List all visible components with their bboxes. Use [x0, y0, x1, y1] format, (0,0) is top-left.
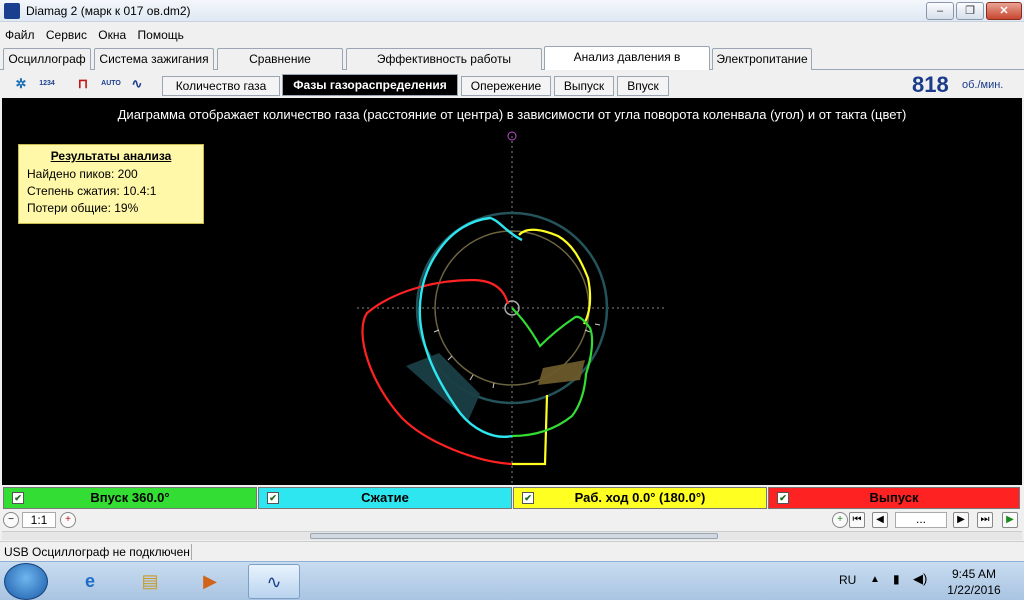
auto-marker-icon[interactable]: AUTO	[100, 73, 122, 95]
status-text: USB Осциллограф не подключен	[4, 545, 190, 559]
scrollbar-thumb[interactable]	[310, 533, 718, 539]
clock-time: 9:45 AM	[951, 567, 997, 581]
camera-icon[interactable]: ✲	[10, 73, 32, 95]
tab-ignition-system[interactable]: Система зажигания	[94, 48, 214, 70]
zoom-in-button[interactable]: +	[60, 512, 76, 528]
subtab-exhaust[interactable]: Выпуск	[554, 76, 614, 96]
next-frame-button[interactable]: ▶	[953, 512, 969, 528]
checkbox-power-stroke[interactable]: ✔	[522, 492, 534, 504]
menu-file[interactable]: Файл	[2, 26, 38, 44]
legend-exhaust-label: Выпуск	[869, 490, 919, 505]
menu-bar: Файл Сервис Окна Помощь	[0, 26, 1024, 44]
horizontal-scrollbar[interactable]	[2, 531, 1022, 540]
minimize-button[interactable]: –	[926, 2, 954, 20]
zoom-level: 1:1	[22, 512, 56, 528]
close-button[interactable]: ✕	[986, 2, 1022, 20]
file-explorer-icon[interactable]: ▤	[124, 564, 176, 599]
subtab-advance[interactable]: Опережение	[461, 76, 551, 96]
counter-icon[interactable]: 1234	[36, 73, 58, 95]
first-frame-button[interactable]: ⏮	[849, 512, 865, 528]
legend-compression[interactable]: ✔ Сжатие	[258, 487, 512, 509]
rpm-value: 818	[912, 72, 949, 97]
frame-position: ...	[895, 512, 947, 528]
polar-plot-area[interactable]: Диаграмма отображает количество газа (ра…	[2, 98, 1022, 485]
compression-ratio: Степень сжатия: 10.4:1	[27, 184, 157, 198]
volume-icon[interactable]: ◀)	[913, 571, 927, 587]
total-losses: Потери общие: 19%	[27, 201, 139, 215]
main-tabs: Осциллограф Система зажигания Сравнение …	[0, 46, 1024, 86]
menu-windows[interactable]: Окна	[95, 26, 129, 44]
status-divider	[191, 544, 192, 560]
maximize-button[interactable]: ❐	[956, 2, 984, 20]
tab-cylinder-efficiency[interactable]: Эффективность работы цилиндров	[346, 48, 542, 86]
prev-frame-button[interactable]: ◀	[872, 512, 888, 528]
marker-icon[interactable]: ⊓	[72, 73, 94, 95]
toolbar: ✲ 1234 ⊓ AUTO ∿ Количество газа Фазы газ…	[0, 70, 1024, 97]
results-title: Результаты анализа	[50, 149, 172, 163]
waveform-icon[interactable]: ∿	[126, 73, 148, 95]
app-icon	[4, 3, 20, 19]
language-indicator[interactable]: RU	[839, 573, 856, 587]
legend-intake-label: Впуск 360.0°	[90, 490, 170, 505]
checkbox-exhaust[interactable]: ✔	[777, 492, 789, 504]
tab-cylinder-pressure[interactable]: Анализ давления в цилиндре	[544, 46, 710, 84]
play-button[interactable]: ▶	[1002, 512, 1018, 528]
battery-icon[interactable]: ▮	[893, 572, 900, 586]
menu-help[interactable]: Помощь	[135, 26, 187, 44]
title-bar: Diamag 2 (марк к 017 ов.dm2) – ❐ ✕	[0, 0, 1024, 22]
tab-oscilloscope[interactable]: Осциллограф	[3, 48, 91, 70]
media-player-icon[interactable]: ▶	[184, 564, 236, 599]
menu-service[interactable]: Сервис	[43, 26, 90, 44]
tab-cylinder-comparison[interactable]: Сравнение цилиндров	[217, 48, 343, 86]
subtab-gas-quantity[interactable]: Количество газа	[162, 76, 280, 96]
diamag-app-icon[interactable]: ∿	[248, 564, 300, 599]
zoom-out-button[interactable]: −	[3, 512, 19, 528]
legend-exhaust[interactable]: ✔ Выпуск	[768, 487, 1020, 509]
window-title: Diamag 2 (марк к 017 ов.dm2)	[26, 4, 191, 18]
clock-date: 1/22/2016	[947, 583, 1001, 597]
clock[interactable]: 9:45 AM 1/22/2016	[938, 566, 1010, 598]
status-bar: USB Осциллограф не подключен	[0, 541, 1024, 561]
internet-explorer-icon[interactable]: e	[64, 564, 116, 599]
zoom-nav-bar: − 1:1 + + ⏮ ◀ ... ▶ ⏭ ▶	[0, 510, 1024, 530]
legend-intake[interactable]: ✔ Впуск 360.0°	[3, 487, 257, 509]
exhaust-open-sector	[538, 360, 585, 385]
checkbox-compression[interactable]: ✔	[267, 492, 279, 504]
legend-compression-label: Сжатие	[361, 490, 409, 505]
add-button[interactable]: +	[832, 512, 848, 528]
subtab-valve-timing[interactable]: Фазы газораспределения	[282, 74, 458, 96]
subtab-intake[interactable]: Впуск	[617, 76, 669, 96]
peaks-found: Найдено пиков: 200	[27, 167, 138, 181]
results-panel: Результаты анализа Найдено пиков: 200 Ст…	[18, 144, 204, 224]
tab-power-supply[interactable]: Электропитание	[712, 48, 812, 70]
last-frame-button[interactable]: ⏭	[977, 512, 993, 528]
checkbox-intake[interactable]: ✔	[12, 492, 24, 504]
legend-power-stroke-label: Раб. ход 0.0° (180.0°)	[574, 490, 706, 505]
start-button[interactable]	[4, 563, 48, 600]
legend-power-stroke[interactable]: ✔ Раб. ход 0.0° (180.0°)	[513, 487, 767, 509]
rpm-unit: об./мин.	[962, 79, 1004, 91]
tray-expand-icon[interactable]: ▲	[870, 574, 880, 585]
taskbar: e ▤ ▶ ∿ RU ▲ ▮ ◀) 9:45 AM 1/22/2016	[0, 561, 1024, 600]
